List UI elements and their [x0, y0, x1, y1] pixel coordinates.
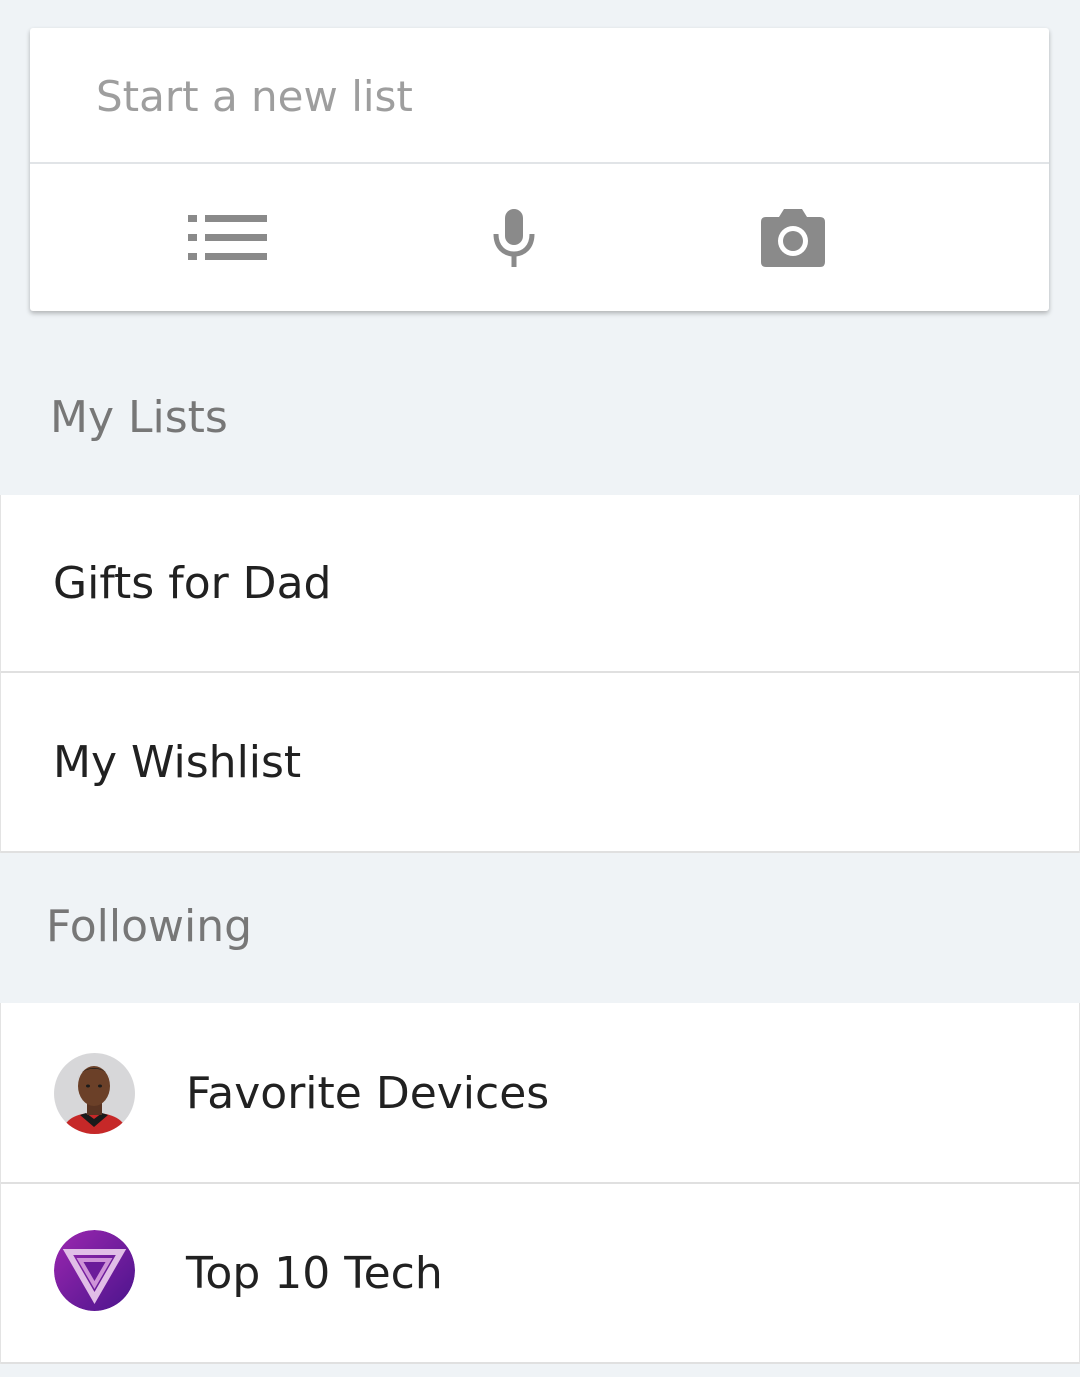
composer-actions: [30, 164, 1049, 311]
new-list-input-row[interactable]: [30, 28, 1049, 164]
list-item-label: Gifts for Dad: [53, 558, 332, 609]
camera-icon: [761, 208, 825, 267]
profile-photo-icon: [54, 1053, 135, 1134]
list-item-label: Top 10 Tech: [186, 1248, 443, 1299]
new-list-composer: [30, 28, 1049, 311]
list-item-label: My Wishlist: [53, 737, 302, 788]
list-icon: [188, 214, 267, 260]
camera-button[interactable]: [733, 164, 853, 311]
list-item-gifts-for-dad[interactable]: Gifts for Dad: [1, 495, 1079, 673]
list-item-label: Favorite Devices: [186, 1068, 550, 1119]
following-header: Following: [46, 901, 253, 952]
voice-input-button[interactable]: [454, 164, 574, 311]
my-lists-group: Gifts for Dad My Wishlist: [0, 495, 1080, 853]
following-group: Favorite Devices Top 10 Tech: [0, 1003, 1080, 1364]
microphone-icon: [493, 208, 535, 267]
list-item-my-wishlist[interactable]: My Wishlist: [1, 673, 1079, 853]
triangle-logo-icon: [54, 1230, 135, 1311]
avatar: [54, 1230, 135, 1311]
list-item-favorite-devices[interactable]: Favorite Devices: [1, 1003, 1079, 1184]
checklist-button[interactable]: [168, 164, 288, 311]
new-list-input[interactable]: [96, 66, 996, 126]
avatar: [54, 1053, 135, 1134]
my-lists-header: My Lists: [50, 392, 228, 443]
list-item-top-10-tech[interactable]: Top 10 Tech: [1, 1184, 1079, 1364]
